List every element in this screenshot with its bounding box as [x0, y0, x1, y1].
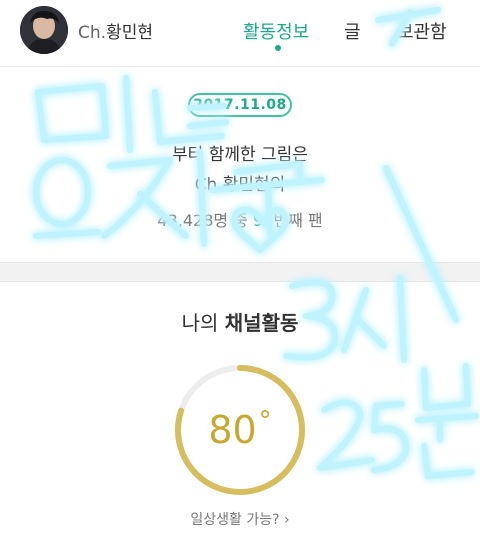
fan-count: 43,428명 중: [157, 211, 248, 230]
gauge-unit: °: [258, 406, 272, 436]
gauge-number: 80: [208, 408, 257, 452]
tab-activity-info[interactable]: 활동정보: [243, 18, 309, 44]
avatar-image: [20, 6, 68, 54]
fan-rank-number: 99: [253, 211, 274, 230]
tab-archive[interactable]: 보관함: [397, 18, 447, 44]
handwriting-two: [317, 399, 375, 471]
fan-channel-text: Ch.황민현의: [0, 170, 480, 195]
channel-prefix: Ch.: [78, 23, 107, 43]
channel-title: 황민현: [106, 23, 153, 43]
activity-heading-plain: 나의: [181, 311, 219, 335]
join-date-badge: 2017.11.08: [188, 93, 292, 117]
active-tab-indicator: [275, 45, 281, 51]
handwriting-bun: [415, 363, 479, 479]
fan-since-text: 부터 함께한 그림은: [172, 145, 308, 165]
tab-posts[interactable]: 글: [344, 18, 361, 44]
avatar[interactable]: [20, 6, 68, 54]
handwriting-o-base: [33, 229, 101, 239]
activity-heading-strong: 채널활동: [224, 311, 299, 335]
lifestyle-question-link[interactable]: 일상생활 가능? ›: [0, 509, 480, 529]
channel-header: Ch.황민현 활동정보 글 보관함: [0, 0, 480, 67]
fan-rank-suffix: 번째 팬: [273, 211, 323, 230]
fan-channel-name: 황민현의: [222, 175, 286, 195]
activity-heading: 나의 채널활동: [0, 307, 480, 336]
gauge-value: 80°: [172, 406, 308, 452]
handwriting-mi: [35, 83, 109, 143]
fan-channel-prefix: Ch.: [194, 175, 223, 195]
fan-rank-text: 43,428명 중 99번째 팬: [0, 207, 480, 231]
section-divider: [0, 262, 480, 282]
handwriting-five: [371, 401, 410, 473]
channel-name[interactable]: Ch.황민현: [78, 18, 153, 43]
